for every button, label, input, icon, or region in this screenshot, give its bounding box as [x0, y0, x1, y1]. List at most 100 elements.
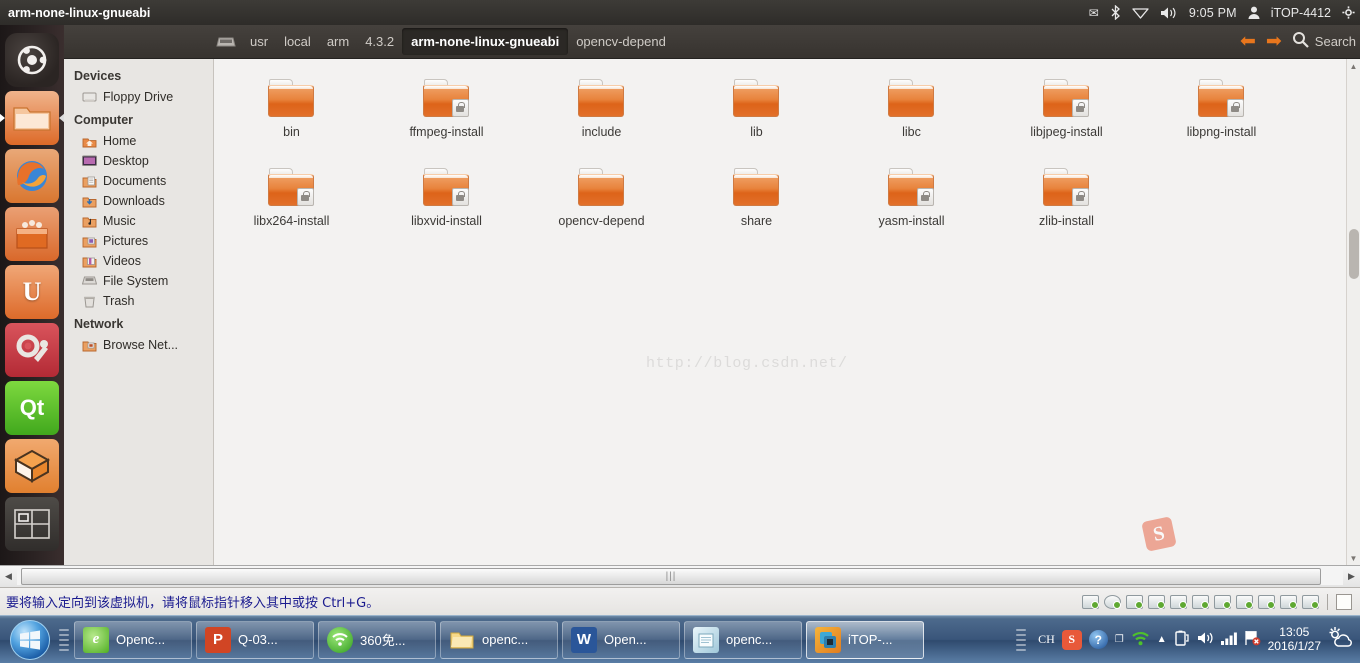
scrollbar-thumb[interactable]: ||| — [21, 568, 1321, 585]
gear-icon[interactable] — [1342, 6, 1355, 19]
panel-clock[interactable]: 9:05 PM — [1189, 6, 1237, 20]
breadcrumb-item-local[interactable]: local — [276, 31, 319, 52]
launcher-item-system-settings[interactable] — [5, 323, 59, 377]
sidebar-item-home[interactable]: Home — [64, 131, 213, 151]
content-vertical-scrollbar[interactable]: ▲ ▼ — [1346, 59, 1360, 565]
file-item-include[interactable]: include — [524, 73, 679, 139]
flag-error-icon[interactable] — [1244, 630, 1261, 649]
hard-disk-icon[interactable] — [1082, 594, 1099, 609]
weather-sun-cloud-icon[interactable] — [1328, 626, 1354, 653]
vm-input-hint-message: 要将输入定向到该虚拟机，请将鼠标指针移入其中或按 Ctrl+G。 — [6, 596, 380, 611]
usb-device-icon[interactable] — [1214, 594, 1231, 609]
show-hidden-icons-icon[interactable]: ▲ — [1157, 634, 1167, 645]
scroll-left-arrow-icon[interactable]: ◀ — [0, 571, 17, 582]
volume-icon[interactable] — [1197, 631, 1214, 648]
sidebar-item-pictures[interactable]: Pictures — [64, 231, 213, 251]
sidebar-item-floppy-drive[interactable]: Floppy Drive — [64, 87, 213, 107]
bluetooth-icon[interactable] — [1110, 5, 1121, 20]
floppy-icon[interactable] — [1126, 594, 1143, 609]
breadcrumb-item-opencv-depend[interactable]: opencv-depend — [568, 31, 674, 52]
file-item-zlib-install[interactable]: zlib-install — [989, 162, 1144, 228]
file-system-icon — [81, 275, 98, 288]
help-icon[interactable]: ? — [1088, 630, 1108, 649]
restore-icon[interactable]: ❐ — [1115, 634, 1124, 645]
usb-stick-icon[interactable] — [1258, 594, 1275, 609]
sidebar-item-trash[interactable]: Trash — [64, 291, 213, 311]
file-item-label: bin — [283, 125, 300, 139]
usb-controller-icon[interactable] — [1192, 594, 1209, 609]
network-icon[interactable] — [1148, 594, 1165, 609]
file-item-opencv-depend[interactable]: opencv-depend — [524, 162, 679, 228]
sidebar-item-documents[interactable]: Documents — [64, 171, 213, 191]
taskbar-grip-handle[interactable] — [59, 623, 69, 657]
usb-stick2-icon[interactable] — [1280, 594, 1297, 609]
battery-icon[interactable] — [1174, 630, 1190, 649]
panel-username[interactable]: iTOP-4412 — [1271, 6, 1331, 20]
wifi-360-icon[interactable] — [1131, 631, 1150, 649]
scroll-right-arrow-icon[interactable]: ▶ — [1343, 571, 1360, 582]
sidebar-item-downloads[interactable]: Downloads — [64, 191, 213, 211]
sidebar-item-file-system[interactable]: File System — [64, 271, 213, 291]
search-control[interactable]: Search — [1292, 31, 1356, 53]
taskbar-item-powerpoint[interactable]: P Q-03... — [196, 620, 314, 659]
cd-drive-icon[interactable] — [1104, 594, 1121, 609]
back-arrow-icon[interactable]: ⬅ — [1240, 32, 1256, 51]
taskbar-item-vmware[interactable]: iTOP-... — [806, 620, 924, 659]
csdn-watermark: http://blog.csdn.net/ — [646, 355, 848, 372]
volume-icon[interactable] — [1160, 6, 1178, 20]
breadcrumb-item-arm-none-linux-gnueabi[interactable]: arm-none-linux-gnueabi — [402, 28, 569, 55]
taskbar-item-word[interactable]: W Open... — [562, 620, 680, 659]
launcher-item-ubuntu-one[interactable]: U — [5, 265, 59, 319]
file-item-libxvid-install[interactable]: libxvid-install — [369, 162, 524, 228]
breadcrumb-item-arm[interactable]: arm — [319, 31, 357, 52]
user-icon[interactable] — [1248, 6, 1260, 19]
taskbar-clock[interactable]: 13:05 2016/1/27 — [1268, 625, 1321, 654]
file-item-share[interactable]: share — [679, 162, 834, 228]
launcher-item-qt-creator[interactable]: Qt — [5, 381, 59, 435]
breadcrumb-item-usr[interactable]: usr — [242, 31, 276, 52]
ime-indicator[interactable]: CH — [1038, 632, 1055, 647]
vm-horizontal-scrollbar[interactable]: ◀ ||| ▶ — [0, 565, 1360, 587]
sidebar-item-browse-network[interactable]: Browse Net... — [64, 335, 213, 355]
sidebar-item-music[interactable]: Music — [64, 211, 213, 231]
search-icon[interactable] — [1292, 31, 1309, 53]
taskbar-item-explorer-folder[interactable]: openc... — [440, 620, 558, 659]
windows-start-orb-icon[interactable] — [6, 618, 54, 662]
taskbar-item-360-wifi[interactable]: 360免... — [318, 620, 436, 659]
file-item-bin[interactable]: bin — [214, 73, 369, 139]
mail-icon[interactable]: ✉ — [1089, 6, 1099, 20]
camera-icon[interactable] — [1302, 594, 1319, 609]
launcher-item-archive-manager[interactable] — [5, 439, 59, 493]
file-item-libjpeg-install[interactable]: libjpeg-install — [989, 73, 1144, 139]
scrollbar-track[interactable]: ||| — [17, 568, 1343, 585]
launcher-item-workspace-switcher[interactable] — [5, 497, 59, 551]
file-item-lib[interactable]: lib — [679, 73, 834, 139]
sidebar-item-desktop[interactable]: Desktop — [64, 151, 213, 171]
forward-arrow-icon[interactable]: ➡ — [1266, 32, 1282, 51]
file-manager-content-view[interactable]: bin ffmpeg-install include lib libc libj… — [214, 59, 1360, 565]
file-system-icon[interactable] — [216, 35, 236, 49]
breadcrumb-item-432[interactable]: 4.3.2 — [357, 31, 402, 52]
sidebar-item-videos[interactable]: Videos — [64, 251, 213, 271]
printer-icon[interactable] — [1170, 594, 1187, 609]
wifi-icon[interactable] — [1132, 6, 1149, 19]
scrollbar-thumb[interactable] — [1349, 229, 1359, 279]
file-item-libx264-install[interactable]: libx264-install — [214, 162, 369, 228]
tray-grip-handle[interactable] — [1016, 623, 1027, 657]
taskbar-item-notepad[interactable]: openc... — [684, 620, 802, 659]
scroll-up-arrow-icon[interactable]: ▲ — [1347, 59, 1360, 73]
launcher-item-firefox[interactable] — [5, 149, 59, 203]
taskbar-item-opencv-browser[interactable]: e Openc... — [74, 620, 192, 659]
message-log-icon[interactable] — [1336, 593, 1352, 610]
sogou-icon[interactable]: S — [1061, 629, 1082, 650]
launcher-item-software-center[interactable] — [5, 207, 59, 261]
sound-icon[interactable] — [1236, 594, 1253, 609]
signal-icon[interactable] — [1220, 631, 1237, 648]
file-item-ffmpeg-install[interactable]: ffmpeg-install — [369, 73, 524, 139]
launcher-item-dash-home[interactable] — [5, 33, 59, 87]
launcher-item-files[interactable] — [0, 91, 65, 145]
file-item-libpng-install[interactable]: libpng-install — [1144, 73, 1299, 139]
scroll-down-arrow-icon[interactable]: ▼ — [1347, 551, 1360, 565]
file-item-libc[interactable]: libc — [834, 73, 989, 139]
file-item-yasm-install[interactable]: yasm-install — [834, 162, 989, 228]
